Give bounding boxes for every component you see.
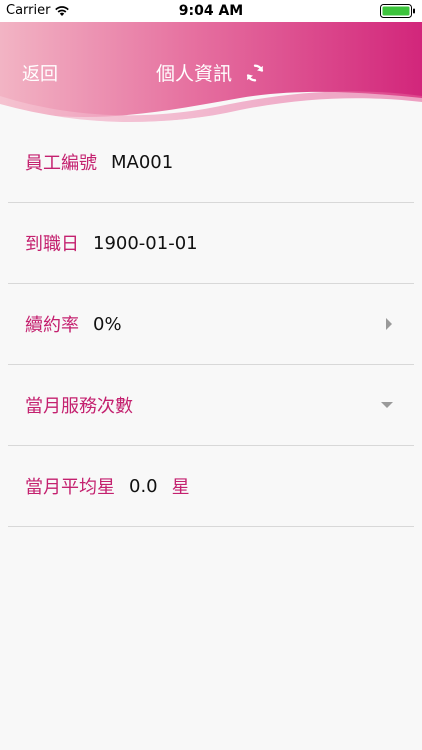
page-title: 個人資訊 <box>155 63 232 85</box>
row-monthly-service-count[interactable]: 當月服務次數 <box>8 365 414 446</box>
renewal-rate-label: 續約率 <box>25 315 79 336</box>
row-renewal-rate[interactable]: 續約率 0% <box>8 284 414 365</box>
hire-date-value: 1900-01-01 <box>93 232 198 254</box>
hire-date-label: 到職日 <box>25 234 79 255</box>
row-employee-id: 員工編號 MA001 <box>8 122 414 203</box>
status-time: 9:04 AM <box>178 3 244 19</box>
nav-title-group: 個人資訊 <box>0 59 422 86</box>
chevron-down-icon[interactable] <box>380 400 394 410</box>
navigation-bar: 返回 個人資訊 <box>0 50 422 94</box>
monthly-average-stars-label: 當月平均星 <box>25 477 115 498</box>
chevron-right-icon[interactable] <box>384 317 394 331</box>
refresh-icon[interactable] <box>244 62 266 84</box>
info-list: 員工編號 MA001 到職日 1900-01-01 續約率 0% 當月服務次數 … <box>0 122 422 527</box>
row-monthly-average-stars: 當月平均星 0.0 星 <box>8 446 414 527</box>
status-bar: Carrier 9:04 AM <box>0 0 422 22</box>
battery-icon <box>380 4 415 18</box>
monthly-service-count-label: 當月服務次數 <box>25 396 133 417</box>
row-hire-date: 到職日 1900-01-01 <box>8 203 414 284</box>
screen: Carrier 9:04 AM 返回 個人資訊 員工編號 MA001 到職日 1… <box>0 0 422 750</box>
stars-unit-label: 星 <box>171 477 190 498</box>
renewal-rate-value: 0% <box>93 313 122 335</box>
employee-id-value: MA001 <box>111 151 174 173</box>
monthly-average-stars-value: 0.0 <box>129 475 158 497</box>
employee-id-label: 員工編號 <box>25 153 97 174</box>
